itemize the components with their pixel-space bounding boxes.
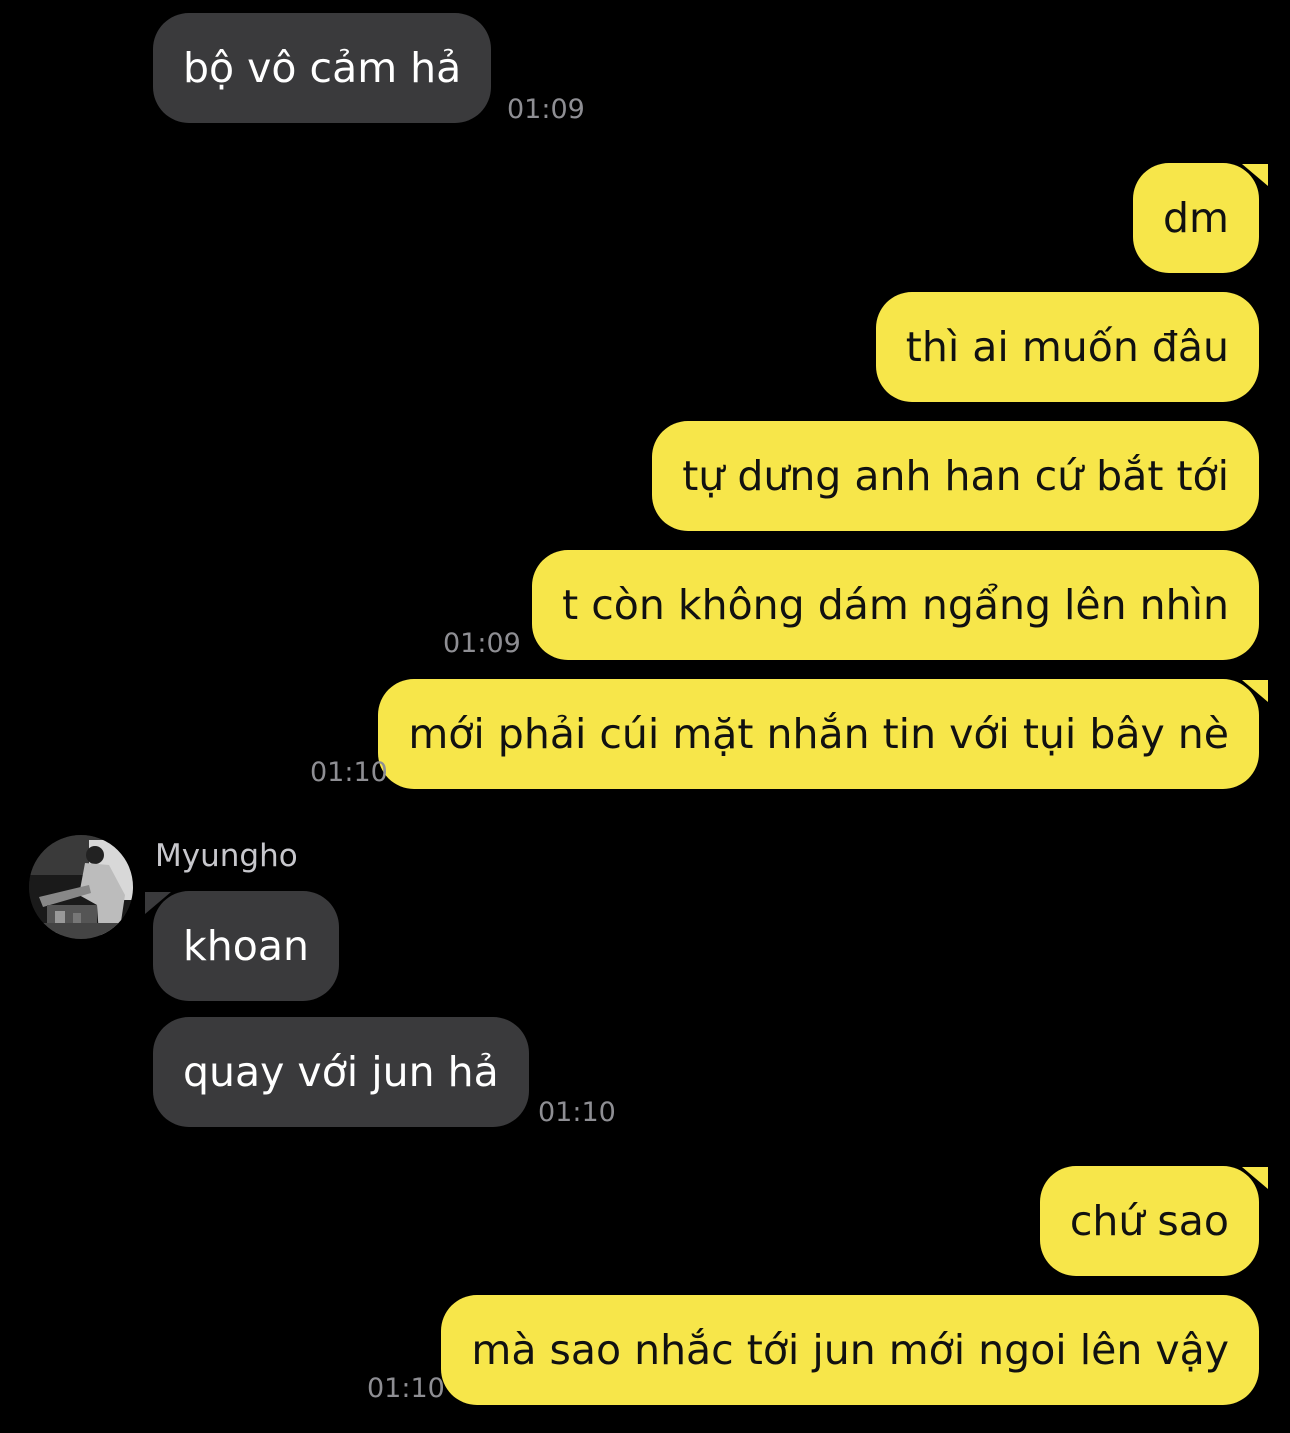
message-bubble-outgoing[interactable]: t còn không dám ngẩng lên nhìn	[532, 550, 1259, 660]
message-text: mà sao nhắc tới jun mới ngoi lên vậy	[471, 1326, 1229, 1374]
message-text: tự dưng anh han cứ bắt tới	[682, 452, 1229, 500]
message-timestamp: 01:10	[367, 1373, 445, 1404]
message-text: khoan	[183, 922, 309, 970]
message-text: quay với jun hả	[183, 1048, 499, 1096]
message-text: mới phải cúi mặt nhắn tin với tụi bây nè	[408, 710, 1229, 758]
message-bubble-outgoing[interactable]: dm	[1133, 163, 1259, 273]
message-bubble-incoming[interactable]: bộ vô cảm hả	[153, 13, 492, 123]
message-bubble-outgoing[interactable]: chứ sao	[1039, 1166, 1259, 1276]
message-bubble-outgoing[interactable]: tự dưng anh han cứ bắt tới	[652, 421, 1259, 531]
message-timestamp: 01:09	[443, 628, 521, 659]
message-bubble-outgoing[interactable]: mới phải cúi mặt nhắn tin với tụi bây nè	[378, 679, 1259, 789]
message-bubble-incoming[interactable]: khoan	[153, 891, 339, 1001]
message-timestamp: 01:10	[310, 757, 388, 788]
message-text: thì ai muốn đâu	[905, 323, 1229, 371]
profile-photo-avatar-icon	[29, 835, 133, 939]
message-text: dm	[1163, 194, 1229, 242]
message-timestamp: 01:10	[538, 1097, 616, 1128]
message-text: chứ sao	[1069, 1197, 1229, 1245]
message-text: t còn không dám ngẩng lên nhìn	[562, 581, 1229, 629]
message-bubble-outgoing[interactable]: thì ai muốn đâu	[875, 292, 1259, 402]
contact-avatar[interactable]	[29, 835, 133, 939]
message-bubble-outgoing[interactable]: mà sao nhắc tới jun mới ngoi lên vậy	[441, 1295, 1259, 1405]
message-text: bộ vô cảm hả	[183, 44, 462, 92]
message-timestamp: 01:09	[507, 94, 585, 125]
sender-name: Myungho	[155, 838, 298, 874]
message-bubble-incoming[interactable]: quay với jun hả	[153, 1017, 529, 1127]
